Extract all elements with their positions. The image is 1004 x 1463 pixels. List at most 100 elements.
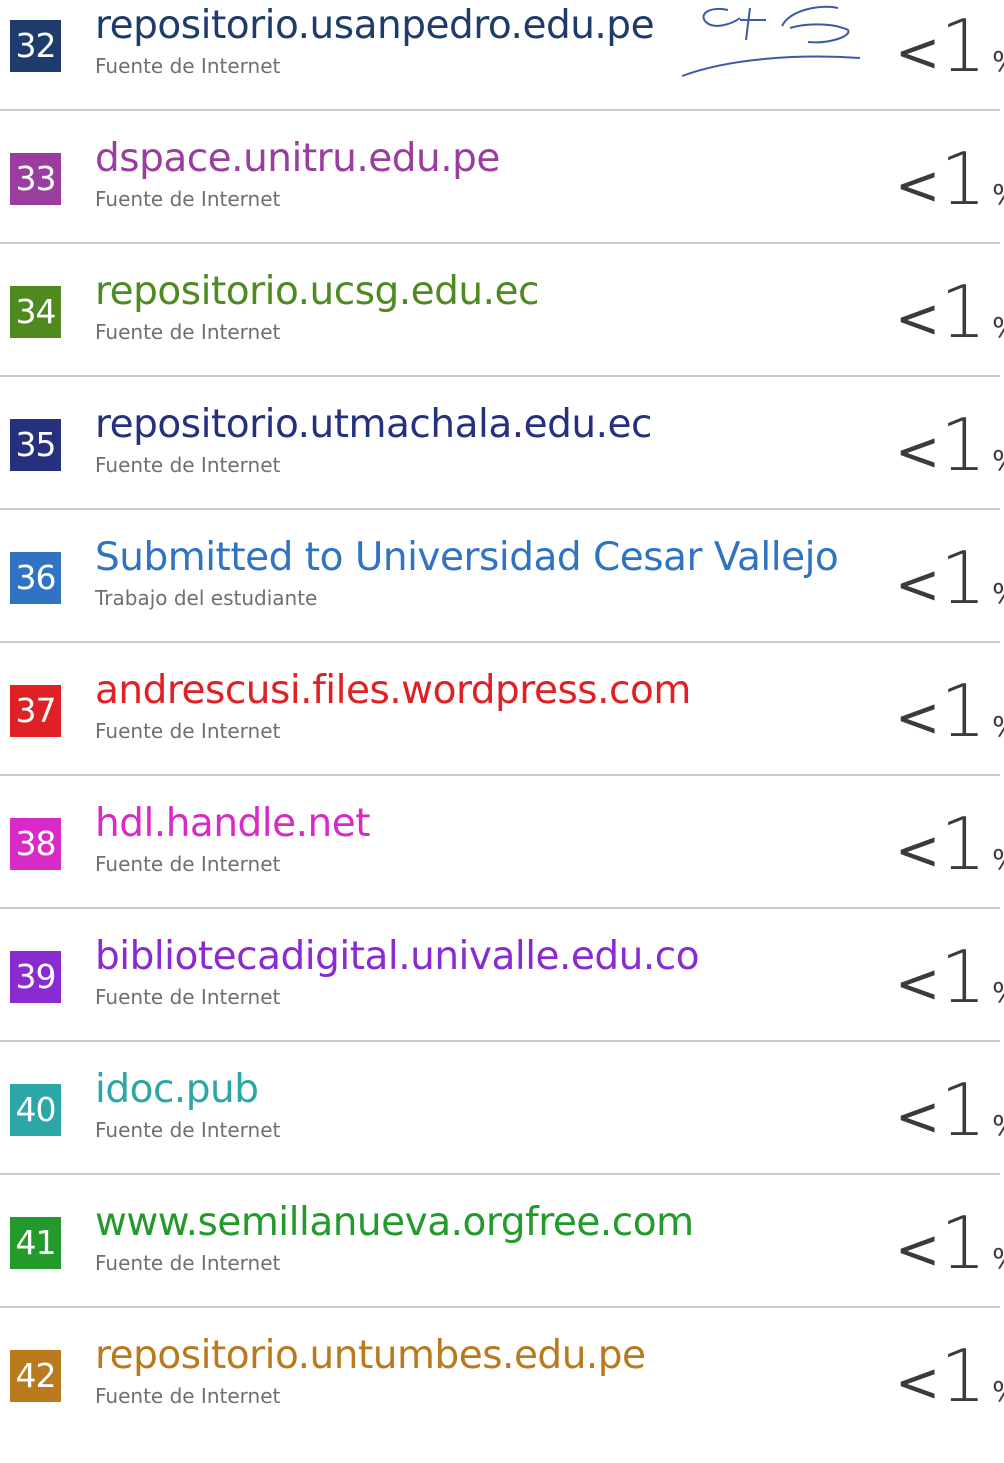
percent-symbol: % bbox=[992, 1109, 1004, 1142]
source-type: Fuente de Internet bbox=[95, 54, 281, 78]
less-than-symbol: < bbox=[895, 1085, 941, 1148]
percent-number: 1 bbox=[940, 1068, 987, 1152]
similarity-percent: <1% bbox=[895, 270, 1004, 354]
less-than-symbol: < bbox=[895, 154, 941, 217]
percent-number: 1 bbox=[940, 1201, 987, 1285]
source-number-badge: 37 bbox=[10, 685, 61, 737]
percent-symbol: % bbox=[992, 843, 1004, 876]
similarity-percent: <1% bbox=[895, 403, 1004, 487]
percent-value: <1 bbox=[895, 4, 986, 88]
source-number-badge: 42 bbox=[10, 1350, 61, 1402]
row-divider bbox=[0, 1173, 1000, 1175]
similarity-percent: <1% bbox=[895, 802, 1004, 886]
source-type: Fuente de Internet bbox=[95, 852, 281, 876]
source-title[interactable]: bibliotecadigital.univalle.edu.co bbox=[95, 935, 700, 979]
less-than-symbol: < bbox=[895, 553, 941, 616]
source-type: Fuente de Internet bbox=[95, 1251, 281, 1275]
source-row: 42 repositorio.untumbes.edu.pe Fuente de… bbox=[0, 1330, 1004, 1463]
row-divider bbox=[0, 508, 1000, 510]
source-row: 34 repositorio.ucsg.edu.ec Fuente de Int… bbox=[0, 266, 1004, 399]
percent-value: <1 bbox=[895, 802, 986, 886]
source-number-badge: 32 bbox=[10, 20, 61, 72]
row-divider bbox=[0, 375, 1000, 377]
percent-value: <1 bbox=[895, 1334, 986, 1418]
less-than-symbol: < bbox=[895, 1351, 941, 1414]
source-type: Fuente de Internet bbox=[95, 985, 281, 1009]
percent-symbol: % bbox=[992, 710, 1004, 743]
row-divider bbox=[0, 242, 1000, 244]
source-number-badge: 41 bbox=[10, 1217, 61, 1269]
less-than-symbol: < bbox=[895, 819, 941, 882]
less-than-symbol: < bbox=[895, 21, 941, 84]
percent-number: 1 bbox=[940, 536, 987, 620]
source-type: Trabajo del estudiante bbox=[95, 586, 318, 610]
source-number-badge: 40 bbox=[10, 1084, 61, 1136]
percent-value: <1 bbox=[895, 669, 986, 753]
percent-symbol: % bbox=[992, 577, 1004, 610]
percent-symbol: % bbox=[992, 444, 1004, 477]
percent-number: 1 bbox=[940, 4, 987, 88]
row-divider bbox=[0, 641, 1000, 643]
less-than-symbol: < bbox=[895, 686, 941, 749]
similarity-percent: <1% bbox=[895, 1068, 1004, 1152]
percent-value: <1 bbox=[895, 536, 986, 620]
source-title[interactable]: repositorio.untumbes.edu.pe bbox=[95, 1334, 646, 1378]
source-type: Fuente de Internet bbox=[95, 453, 281, 477]
source-title[interactable]: www.semillanueva.orgfree.com bbox=[95, 1201, 694, 1245]
row-divider bbox=[0, 1040, 1000, 1042]
source-row: 40 idoc.pub Fuente de Internet <1% bbox=[0, 1064, 1004, 1197]
source-title[interactable]: hdl.handle.net bbox=[95, 802, 371, 846]
source-type: Fuente de Internet bbox=[95, 320, 281, 344]
source-row: 33 dspace.unitru.edu.pe Fuente de Intern… bbox=[0, 133, 1004, 266]
source-title[interactable]: repositorio.ucsg.edu.ec bbox=[95, 270, 539, 314]
percent-symbol: % bbox=[992, 178, 1004, 211]
percent-number: 1 bbox=[940, 137, 987, 221]
percent-value: <1 bbox=[895, 270, 986, 354]
source-title[interactable]: Submitted to Universidad Cesar Vallejo bbox=[95, 536, 839, 580]
source-number-badge: 33 bbox=[10, 153, 61, 205]
percent-value: <1 bbox=[895, 137, 986, 221]
percent-number: 1 bbox=[940, 403, 987, 487]
similarity-percent: <1% bbox=[895, 935, 1004, 1019]
similarity-percent: <1% bbox=[895, 137, 1004, 221]
source-number-badge: 38 bbox=[10, 818, 61, 870]
row-divider bbox=[0, 109, 1000, 111]
source-number-badge: 39 bbox=[10, 951, 61, 1003]
source-type: Fuente de Internet bbox=[95, 187, 281, 211]
source-title[interactable]: repositorio.utmachala.edu.ec bbox=[95, 403, 652, 447]
less-than-symbol: < bbox=[895, 1218, 941, 1281]
source-type: Fuente de Internet bbox=[95, 1118, 281, 1142]
less-than-symbol: < bbox=[895, 952, 941, 1015]
source-type: Fuente de Internet bbox=[95, 719, 281, 743]
source-row: 36 Submitted to Universidad Cesar Vallej… bbox=[0, 532, 1004, 665]
source-row: 38 hdl.handle.net Fuente de Internet <1% bbox=[0, 798, 1004, 931]
row-divider bbox=[0, 1306, 1000, 1308]
similarity-percent: <1% bbox=[895, 1334, 1004, 1418]
source-row: 39 bibliotecadigital.univalle.edu.co Fue… bbox=[0, 931, 1004, 1064]
percent-symbol: % bbox=[992, 1242, 1004, 1275]
row-divider bbox=[0, 907, 1000, 909]
source-title[interactable]: dspace.unitru.edu.pe bbox=[95, 137, 500, 181]
percent-number: 1 bbox=[940, 1334, 987, 1418]
source-title[interactable]: repositorio.usanpedro.edu.pe bbox=[95, 4, 655, 48]
similarity-percent: <1% bbox=[895, 4, 1004, 88]
percent-value: <1 bbox=[895, 403, 986, 487]
source-title[interactable]: idoc.pub bbox=[95, 1068, 259, 1112]
percent-symbol: % bbox=[992, 311, 1004, 344]
source-number-badge: 35 bbox=[10, 419, 61, 471]
source-type: Fuente de Internet bbox=[95, 1384, 281, 1408]
source-title[interactable]: andrescusi.files.wordpress.com bbox=[95, 669, 691, 713]
percent-number: 1 bbox=[940, 802, 987, 886]
similarity-percent: <1% bbox=[895, 669, 1004, 753]
percent-number: 1 bbox=[940, 270, 987, 354]
source-number-badge: 36 bbox=[10, 552, 61, 604]
percent-value: <1 bbox=[895, 935, 986, 1019]
handwritten-signature bbox=[681, 5, 861, 77]
percent-symbol: % bbox=[992, 976, 1004, 1009]
percent-number: 1 bbox=[940, 935, 987, 1019]
similarity-percent: <1% bbox=[895, 536, 1004, 620]
less-than-symbol: < bbox=[895, 287, 941, 350]
percent-number: 1 bbox=[940, 669, 987, 753]
less-than-symbol: < bbox=[895, 420, 941, 483]
percent-value: <1 bbox=[895, 1068, 986, 1152]
